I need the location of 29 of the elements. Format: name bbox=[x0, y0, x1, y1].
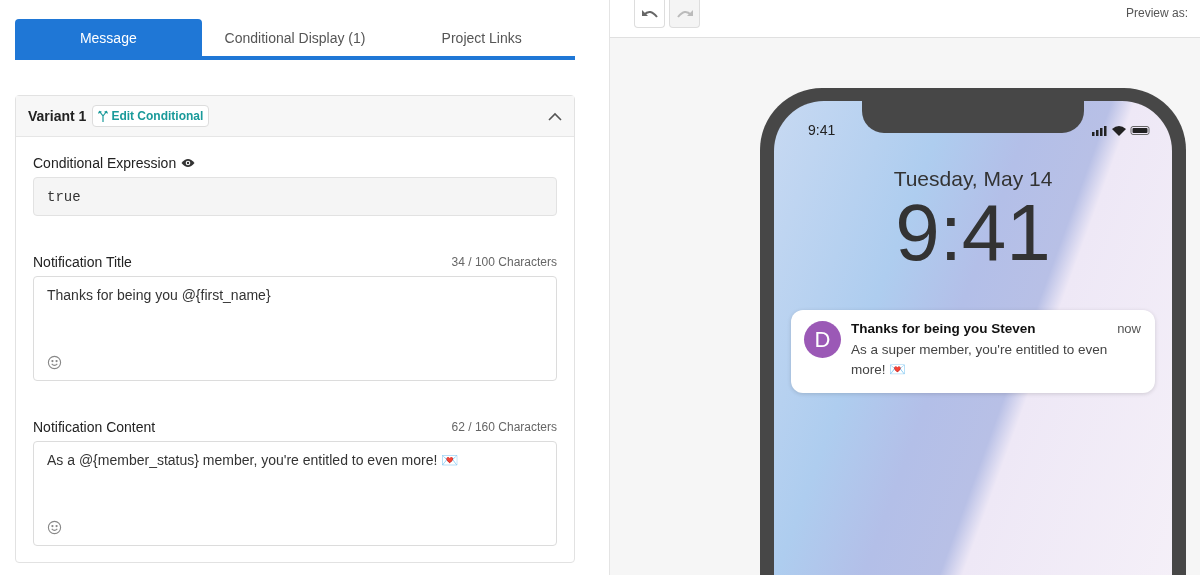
emoji-icon[interactable] bbox=[47, 355, 62, 370]
field-label: Notification Content bbox=[33, 419, 156, 435]
field-label: Notification Title bbox=[33, 254, 132, 270]
eye-icon[interactable] bbox=[181, 158, 196, 168]
undo-icon bbox=[640, 7, 659, 20]
lock-time: 9:41 bbox=[895, 193, 1051, 273]
character-count: 34 / 100 Characters bbox=[451, 255, 557, 269]
field-label: Conditional Expression bbox=[33, 155, 196, 171]
tab[interactable]: Message bbox=[15, 19, 202, 56]
notification-title: Thanks for being you Steven bbox=[851, 321, 1036, 336]
status-time: 9:41 bbox=[808, 122, 836, 138]
text-area[interactable]: Thanks for being you @{first_name} bbox=[33, 276, 557, 381]
variant-title: Variant 1 bbox=[28, 108, 87, 124]
branch-icon bbox=[98, 110, 109, 122]
avatar: D bbox=[804, 321, 841, 358]
expression-field[interactable]: true bbox=[33, 177, 557, 216]
notification-body: As a super member, you're entitled to even more! 💌 bbox=[851, 341, 1109, 380]
status-icons bbox=[1092, 124, 1152, 136]
text-area[interactable]: As a @{member_status} member, you're entitled to even more! 💌 bbox=[33, 441, 557, 546]
emoji-icon[interactable] bbox=[47, 520, 62, 535]
tab[interactable]: Conditional Display (1) bbox=[201, 19, 389, 56]
lock-date: Tuesday, May 14 bbox=[893, 167, 1053, 191]
notification-card[interactable]: D Thanks for being you Steven now As a super member, you're entitled to even more! 💌 bbox=[791, 310, 1155, 393]
tab[interactable]: Project Links bbox=[388, 19, 575, 56]
preview-label: Preview as: bbox=[1125, 6, 1188, 20]
chevron-icon[interactable] bbox=[548, 111, 562, 121]
undo-button[interactable] bbox=[634, 0, 665, 28]
character-count: 62 / 160 Characters bbox=[451, 420, 557, 434]
notification-time: now bbox=[1117, 321, 1141, 336]
